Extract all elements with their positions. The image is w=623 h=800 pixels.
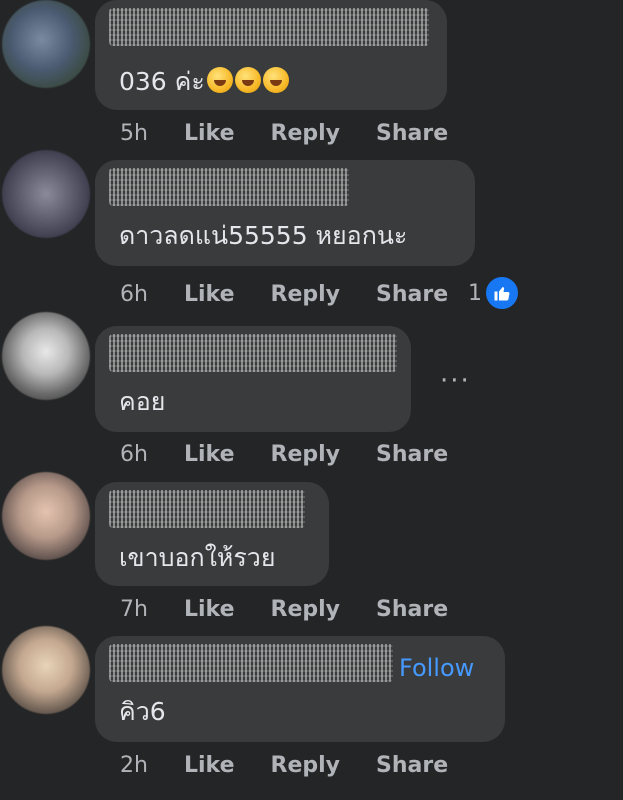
comment-bubble: คอย (95, 326, 411, 432)
commenter-name-redacted[interactable] (109, 168, 349, 206)
comment-text-wrap: 036 ค่ะ (119, 62, 289, 102)
follow-button[interactable]: Follow (399, 654, 474, 682)
share-button[interactable]: Share (376, 597, 448, 622)
reaction-count: 1 (468, 280, 482, 306)
share-button[interactable]: Share (376, 282, 448, 307)
reply-button[interactable]: Reply (271, 121, 341, 146)
comment-timestamp[interactable]: 6h (120, 282, 184, 307)
comment-bubble: เขาบอกให้รวย (95, 482, 329, 586)
reply-button[interactable]: Reply (271, 442, 341, 467)
comment-text: ดาวลดแน่55555 หยอกนะ (119, 221, 408, 250)
commenter-avatar[interactable] (2, 626, 90, 714)
reaction-summary[interactable]: 1 (468, 275, 520, 311)
reply-button[interactable]: Reply (271, 753, 341, 778)
comment-text: เขาบอกให้รวย (119, 543, 276, 572)
share-button[interactable]: Share (376, 121, 448, 146)
commenter-name-redacted[interactable] (109, 490, 305, 528)
rolling-on-floor-laughing-icon (262, 67, 289, 93)
thumbs-up-icon (484, 275, 520, 311)
comment-actions: 7h Like Reply Share (120, 592, 484, 626)
like-button[interactable]: Like (184, 442, 235, 467)
rolling-on-floor-laughing-icon (234, 67, 261, 93)
comment-timestamp[interactable]: 5h (120, 121, 184, 146)
reply-button[interactable]: Reply (271, 597, 341, 622)
comment-text: 036 ค่ะ (119, 67, 205, 96)
share-button[interactable]: Share (376, 442, 448, 467)
commenter-avatar[interactable] (2, 472, 90, 560)
comment-text: คิว6 (119, 697, 166, 726)
comment-bubble: ดาวลดแน่55555 หยอกนะ (95, 160, 475, 266)
comment-actions: 5h Like Reply Share (120, 116, 484, 150)
commenter-name-redacted[interactable] (109, 8, 429, 46)
comment-timestamp[interactable]: 2h (120, 753, 184, 778)
commenter-avatar[interactable] (2, 0, 90, 88)
comment-actions: 2h Like Reply Share (120, 748, 484, 782)
comment-text: คอย (119, 387, 166, 416)
comment-bubble: 036 ค่ะ (95, 0, 447, 110)
commenter-avatar[interactable] (2, 150, 90, 238)
rolling-on-floor-laughing-icon (206, 67, 233, 93)
like-button[interactable]: Like (184, 121, 235, 146)
comment-timestamp[interactable]: 7h (120, 597, 184, 622)
like-button[interactable]: Like (184, 753, 235, 778)
commenter-avatar[interactable] (2, 312, 90, 400)
comment-timestamp[interactable]: 6h (120, 442, 184, 467)
like-button[interactable]: Like (184, 282, 235, 307)
commenter-name-redacted[interactable] (109, 334, 397, 372)
more-options-icon[interactable]: ··· (440, 366, 471, 396)
reply-button[interactable]: Reply (271, 282, 341, 307)
comment-actions: 6h Like Reply Share (120, 277, 484, 311)
commenter-name-redacted[interactable] (109, 644, 393, 682)
comment-bubble: Follow คิว6 (95, 636, 505, 742)
comment-actions: 6h Like Reply Share (120, 437, 484, 471)
share-button[interactable]: Share (376, 753, 448, 778)
like-button[interactable]: Like (184, 597, 235, 622)
